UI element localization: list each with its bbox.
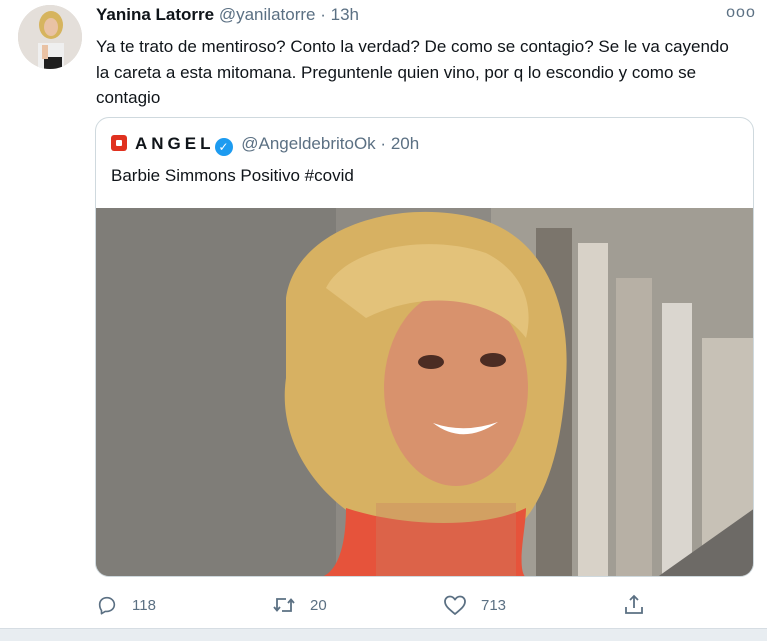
tweet-divider: [0, 628, 767, 641]
like-button[interactable]: 713: [443, 585, 506, 625]
more-icon[interactable]: ooo: [726, 3, 756, 23]
quoted-header: ANGEL ✓ @AngeldebritoOk · 20h: [111, 132, 419, 156]
author-name[interactable]: Yanina Latorre: [96, 5, 214, 24]
reply-count: 118: [132, 596, 156, 614]
reply-button[interactable]: 118: [96, 585, 156, 625]
share-icon: [625, 594, 643, 614]
retweet-button[interactable]: 20: [272, 585, 327, 625]
tweet-actions: 118 20 713: [0, 585, 767, 625]
quoted-tweet[interactable]: ANGEL ✓ @AngeldebritoOk · 20h Barbie Simm…: [95, 117, 754, 577]
quoted-author-handle[interactable]: @AngeldebritoOk: [241, 134, 375, 153]
retweet-icon: [273, 598, 295, 612]
tweet-time[interactable]: 13h: [331, 5, 359, 24]
author-handle[interactable]: @yanilatorre: [219, 5, 316, 24]
separator: ·: [320, 5, 326, 24]
like-icon: [444, 595, 466, 615]
reply-icon: [98, 596, 116, 615]
quoted-text: Barbie Simmons Positivo #covid: [111, 166, 354, 185]
tweet-header: Yanina Latorre @yanilatorre · 13h: [96, 4, 359, 26]
quoted-author-name[interactable]: ANGEL: [135, 134, 215, 153]
tweet-text: Ya te trato de mentiroso? Conto la verda…: [96, 37, 729, 107]
angel-logo-icon: [111, 135, 127, 151]
avatar[interactable]: [18, 5, 82, 69]
tweet[interactable]: Yanina Latorre @yanilatorre · 13h ooo Ya…: [0, 0, 767, 628]
like-count: 713: [481, 596, 507, 614]
quoted-photo[interactable]: [96, 208, 753, 576]
retweet-count: 20: [310, 596, 327, 614]
quoted-time[interactable]: 20h: [391, 134, 419, 153]
verified-icon: ✓: [214, 138, 233, 156]
share-button[interactable]: [622, 585, 660, 625]
quoted-separator: ·: [380, 134, 387, 153]
